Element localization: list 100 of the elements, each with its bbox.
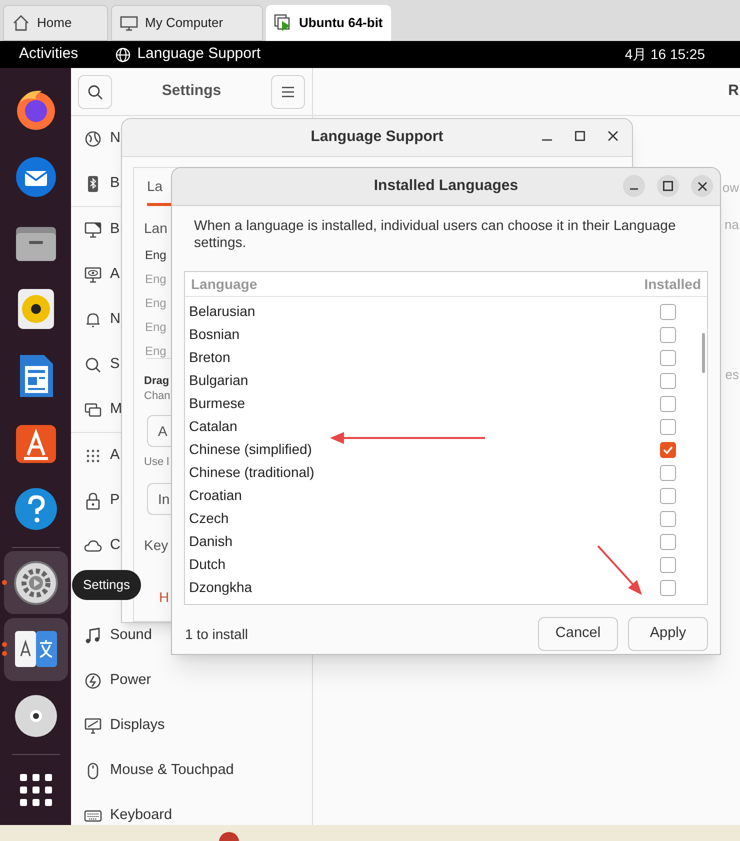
- language-name: Croatian: [189, 486, 242, 505]
- language-name: Burmese: [189, 394, 246, 413]
- screen-eye-icon: [84, 266, 102, 284]
- sidebar-item[interactable]: N: [71, 297, 120, 342]
- settings-icon: [12, 558, 60, 607]
- minimize-icon: [542, 139, 552, 141]
- checkbox[interactable]: [660, 326, 676, 342]
- language-entry: Eng: [145, 295, 166, 312]
- language-name: Dzongkha: [189, 578, 252, 597]
- checkbox[interactable]: [660, 350, 676, 366]
- checkbox[interactable]: [660, 510, 676, 526]
- sidebar-item[interactable]: Mouse & Touchpad: [71, 748, 234, 793]
- windows-icon: [84, 400, 102, 418]
- help-button[interactable]: H: [159, 587, 170, 608]
- window-title: Language Support: [310, 127, 444, 148]
- checkbox[interactable]: [660, 442, 676, 458]
- tooltip: Settings: [72, 570, 141, 600]
- home-icon: [11, 13, 31, 33]
- hint-text: Use l: [144, 455, 170, 470]
- sidebar-item[interactable]: B: [71, 207, 120, 252]
- window-title: Settings: [162, 81, 222, 102]
- scrollbar[interactable]: [702, 333, 705, 373]
- checkbox[interactable]: [660, 304, 676, 320]
- apply-system-button[interactable]: A: [147, 415, 171, 447]
- maximize-button[interactable]: [657, 175, 679, 197]
- panel-title: R: [728, 81, 740, 102]
- activities-button[interactable]: Activities: [19, 43, 78, 66]
- maximize-icon: [575, 131, 585, 141]
- running-indicator: [2, 580, 6, 586]
- language-name: Chinese (simplified): [189, 440, 312, 459]
- dock-item[interactable]: [4, 618, 68, 681]
- checkbox[interactable]: [660, 488, 676, 504]
- music-note-icon: [84, 626, 102, 644]
- language-entry: Eng: [145, 271, 166, 288]
- hint-text: Chan: [144, 389, 170, 404]
- search-icon: [87, 84, 103, 100]
- sidebar-item[interactable]: Power: [71, 658, 152, 703]
- menu-icon: [281, 86, 295, 98]
- power-icon: [84, 672, 102, 690]
- language-entry: Eng: [145, 343, 166, 360]
- checkbox[interactable]: [660, 556, 676, 572]
- status-text: 1 to install: [185, 624, 248, 644]
- maximize-icon: [663, 181, 673, 191]
- lock-icon: [84, 492, 102, 510]
- install-button[interactable]: In: [147, 483, 171, 515]
- search-icon: [84, 356, 102, 374]
- language-name: Czech: [189, 509, 229, 528]
- annotation-arrow: [597, 545, 642, 595]
- app-menu[interactable]: Language Support: [115, 43, 261, 66]
- vm-tab[interactable]: Home: [3, 5, 108, 41]
- dock-item[interactable]: [4, 551, 68, 614]
- sidebar-item[interactable]: M: [71, 387, 122, 432]
- sidebar-item[interactable]: A: [71, 433, 120, 478]
- checkbox[interactable]: [660, 418, 676, 434]
- language-entry: Eng: [145, 319, 166, 336]
- search-button[interactable]: [78, 74, 112, 108]
- sidebar-item[interactable]: S: [71, 342, 120, 387]
- checkbox[interactable]: [660, 580, 676, 596]
- cancel-button[interactable]: Cancel: [538, 617, 618, 651]
- language-name: Dutch: [189, 555, 226, 574]
- vm-tab[interactable]: My Computer: [111, 5, 263, 41]
- panel-text: es: [725, 366, 740, 384]
- checkbox[interactable]: [660, 464, 676, 480]
- checkbox[interactable]: [660, 534, 676, 550]
- check-icon: [663, 446, 673, 454]
- language-name: Belarusian: [189, 302, 256, 321]
- language-name: Bosnian: [189, 325, 240, 344]
- vm-tab[interactable]: Ubuntu 64-bit: [266, 5, 391, 41]
- panel-text: na: [724, 216, 740, 234]
- checkbox[interactable]: [660, 372, 676, 388]
- minimize-icon: [630, 188, 638, 190]
- hint-title: Drag: [144, 374, 170, 389]
- sidebar-item[interactable]: B: [71, 161, 120, 206]
- panel-text: ow: [722, 179, 740, 197]
- sidebar-item[interactable]: P: [71, 478, 120, 523]
- intro-text: When a language is installed, individual users can choose it in their Language settings.: [193, 217, 677, 251]
- language-name: Catalan: [189, 417, 238, 436]
- section-heading: Lan: [144, 219, 168, 238]
- language-name: Chinese (traditional): [189, 463, 314, 482]
- sidebar-item[interactable]: A: [71, 252, 120, 297]
- sidebar-item[interactable]: N: [71, 116, 120, 161]
- menu-button[interactable]: [271, 74, 305, 108]
- sidebar-item[interactable]: Sound: [71, 613, 152, 658]
- field-label: Key: [144, 536, 168, 555]
- apply-button[interactable]: Apply: [628, 617, 708, 651]
- language-name: Danish: [189, 532, 233, 551]
- sidebar-item[interactable]: Displays: [71, 703, 165, 748]
- sidebar-item[interactable]: Keyboard: [71, 793, 172, 825]
- display-icon: [84, 716, 102, 734]
- close-icon: [608, 131, 618, 141]
- language-name: Bulgarian: [189, 371, 248, 390]
- sidebar-item[interactable]: C: [71, 523, 120, 568]
- close-icon: [698, 182, 706, 190]
- language-name: Breton: [189, 348, 230, 367]
- close-button[interactable]: [691, 175, 713, 197]
- checkbox[interactable]: [660, 396, 676, 412]
- bell-icon: [84, 310, 102, 328]
- language-entry: Eng: [145, 247, 166, 264]
- dialog-title: Installed Languages: [374, 176, 518, 196]
- clock[interactable]: 4月 16 15:25: [624, 44, 705, 65]
